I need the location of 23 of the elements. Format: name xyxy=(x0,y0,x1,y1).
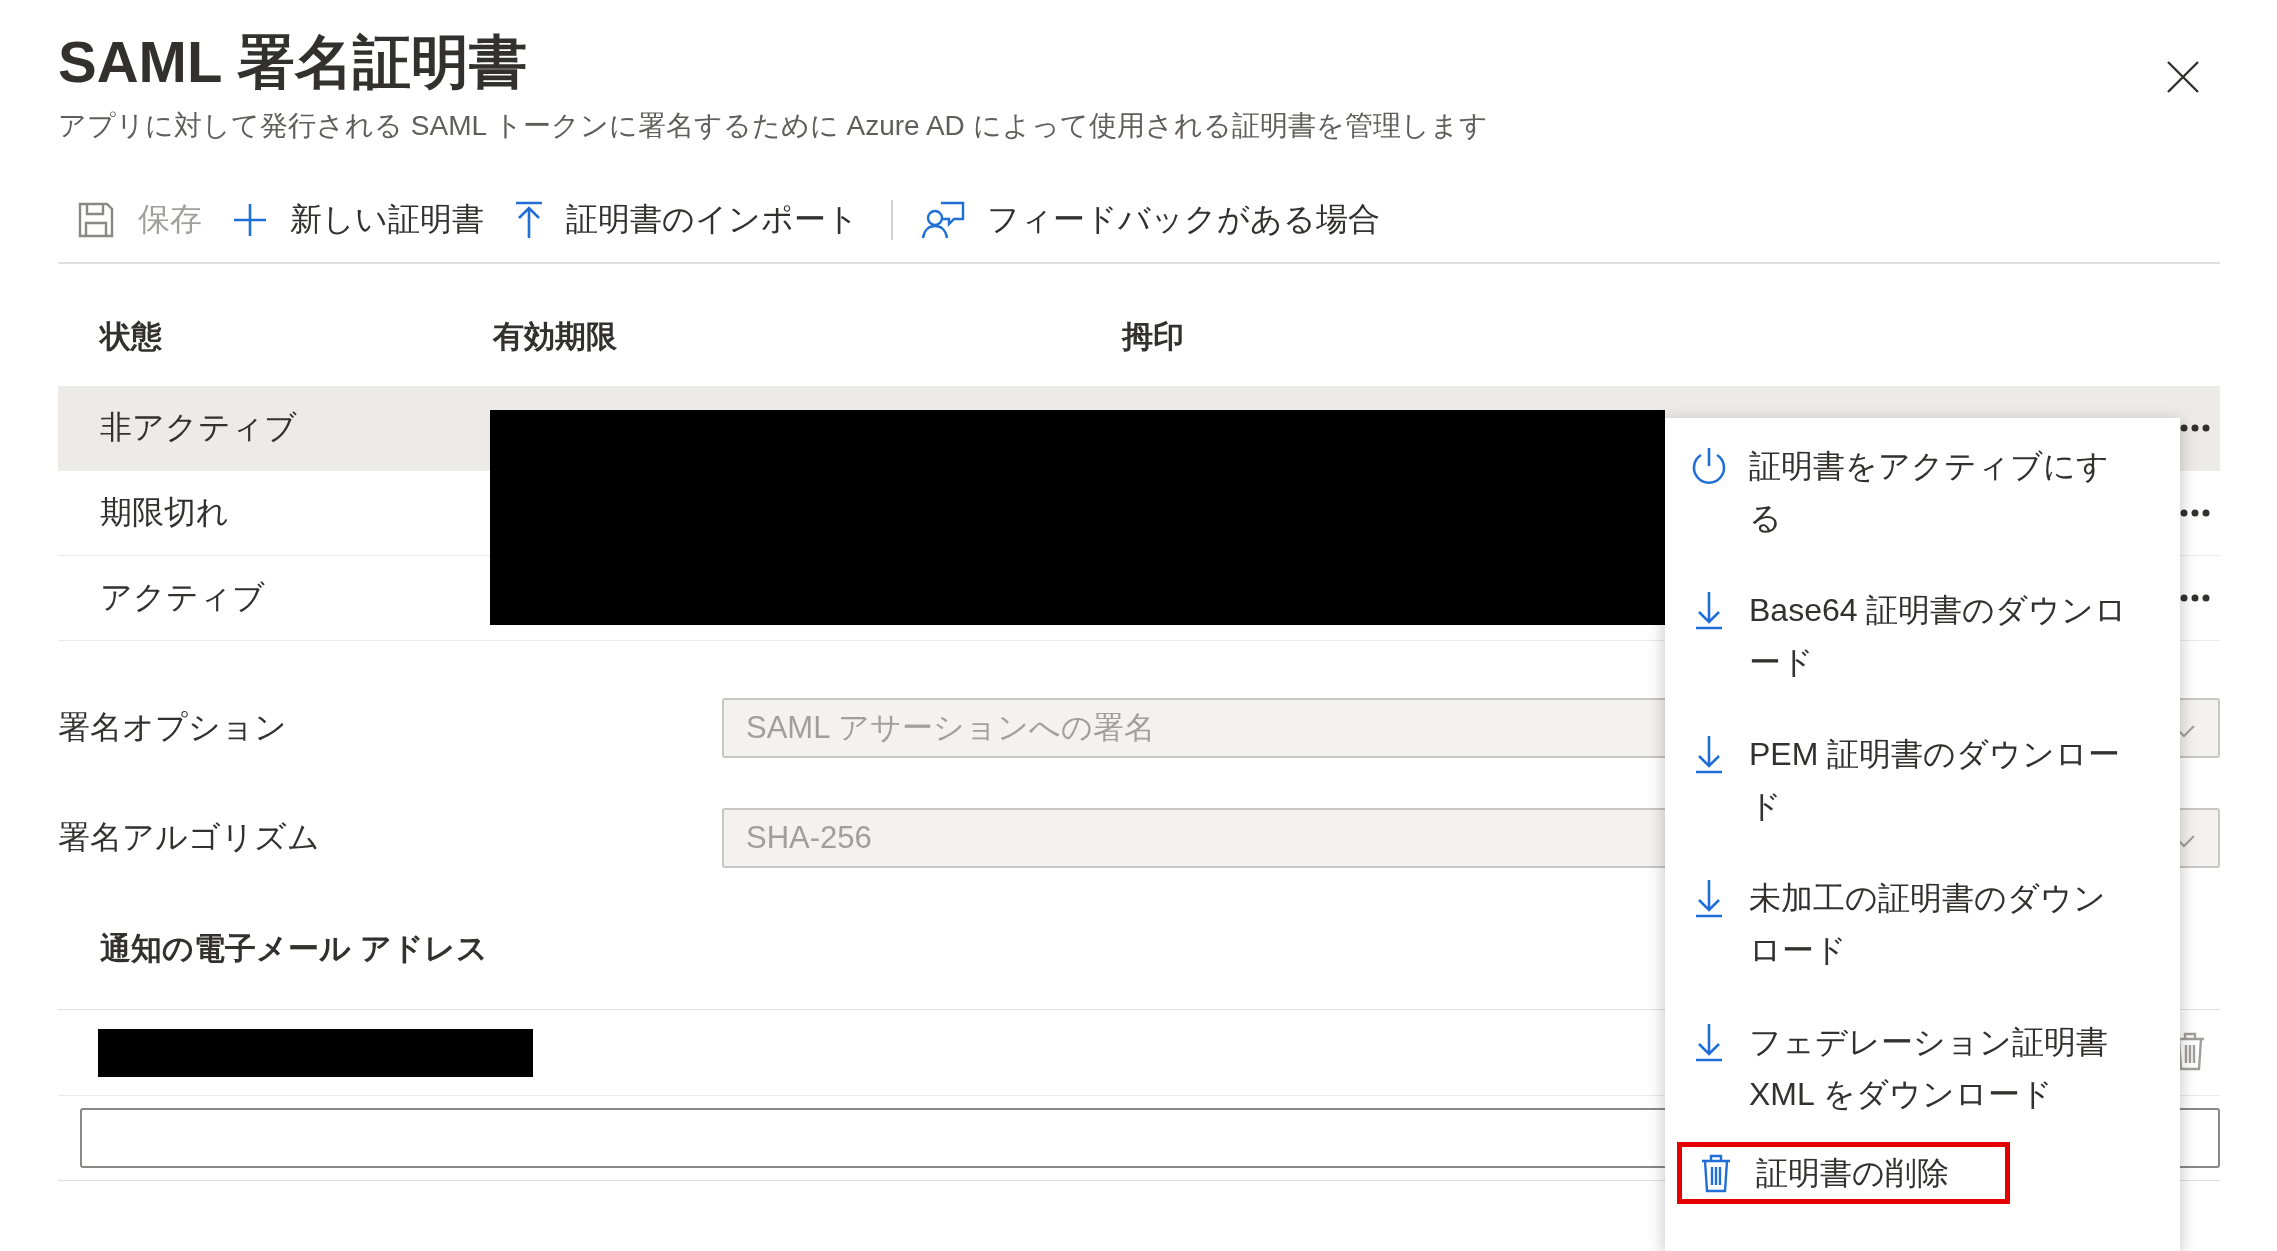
column-header: 有効期限 xyxy=(491,318,618,356)
new-certificate-button[interactable]: 新しい証明書 xyxy=(232,198,484,242)
field-label: 署名オプション xyxy=(58,708,288,747)
save-icon xyxy=(76,200,116,240)
menu-item[interactable]: 証明書の削除 xyxy=(1677,1142,2010,1204)
panel-title: SAML 署名証明書 xyxy=(58,28,529,96)
plus-icon xyxy=(232,202,268,238)
column-header: 拇印 xyxy=(1120,318,1185,356)
status-cell-text: 期限切れ xyxy=(99,493,230,532)
status-cell-text: アクティブ xyxy=(99,578,266,617)
more-icon[interactable] xyxy=(2180,594,2210,602)
more-icon[interactable] xyxy=(2180,424,2210,432)
menu-item[interactable]: 証明書をアクティブにする xyxy=(1665,440,2180,584)
field-label: 署名アルゴリズム xyxy=(58,818,321,857)
column-header: 状態 xyxy=(97,318,163,356)
feedback-icon xyxy=(921,200,965,240)
feedback-button[interactable]: フィードバックがある場合 xyxy=(921,198,1380,242)
close-button[interactable] xyxy=(2166,60,2200,94)
import-button[interactable]: 証明書のインポート xyxy=(514,198,859,242)
status-cell-text: 非アクティブ xyxy=(99,408,298,447)
upload-icon xyxy=(514,200,544,240)
panel-subtitle: アプリに対して発行される SAML トークンに署名するために Azure AD によって使用される証明書を管理します xyxy=(58,109,1488,143)
more-icon[interactable] xyxy=(2180,509,2210,517)
